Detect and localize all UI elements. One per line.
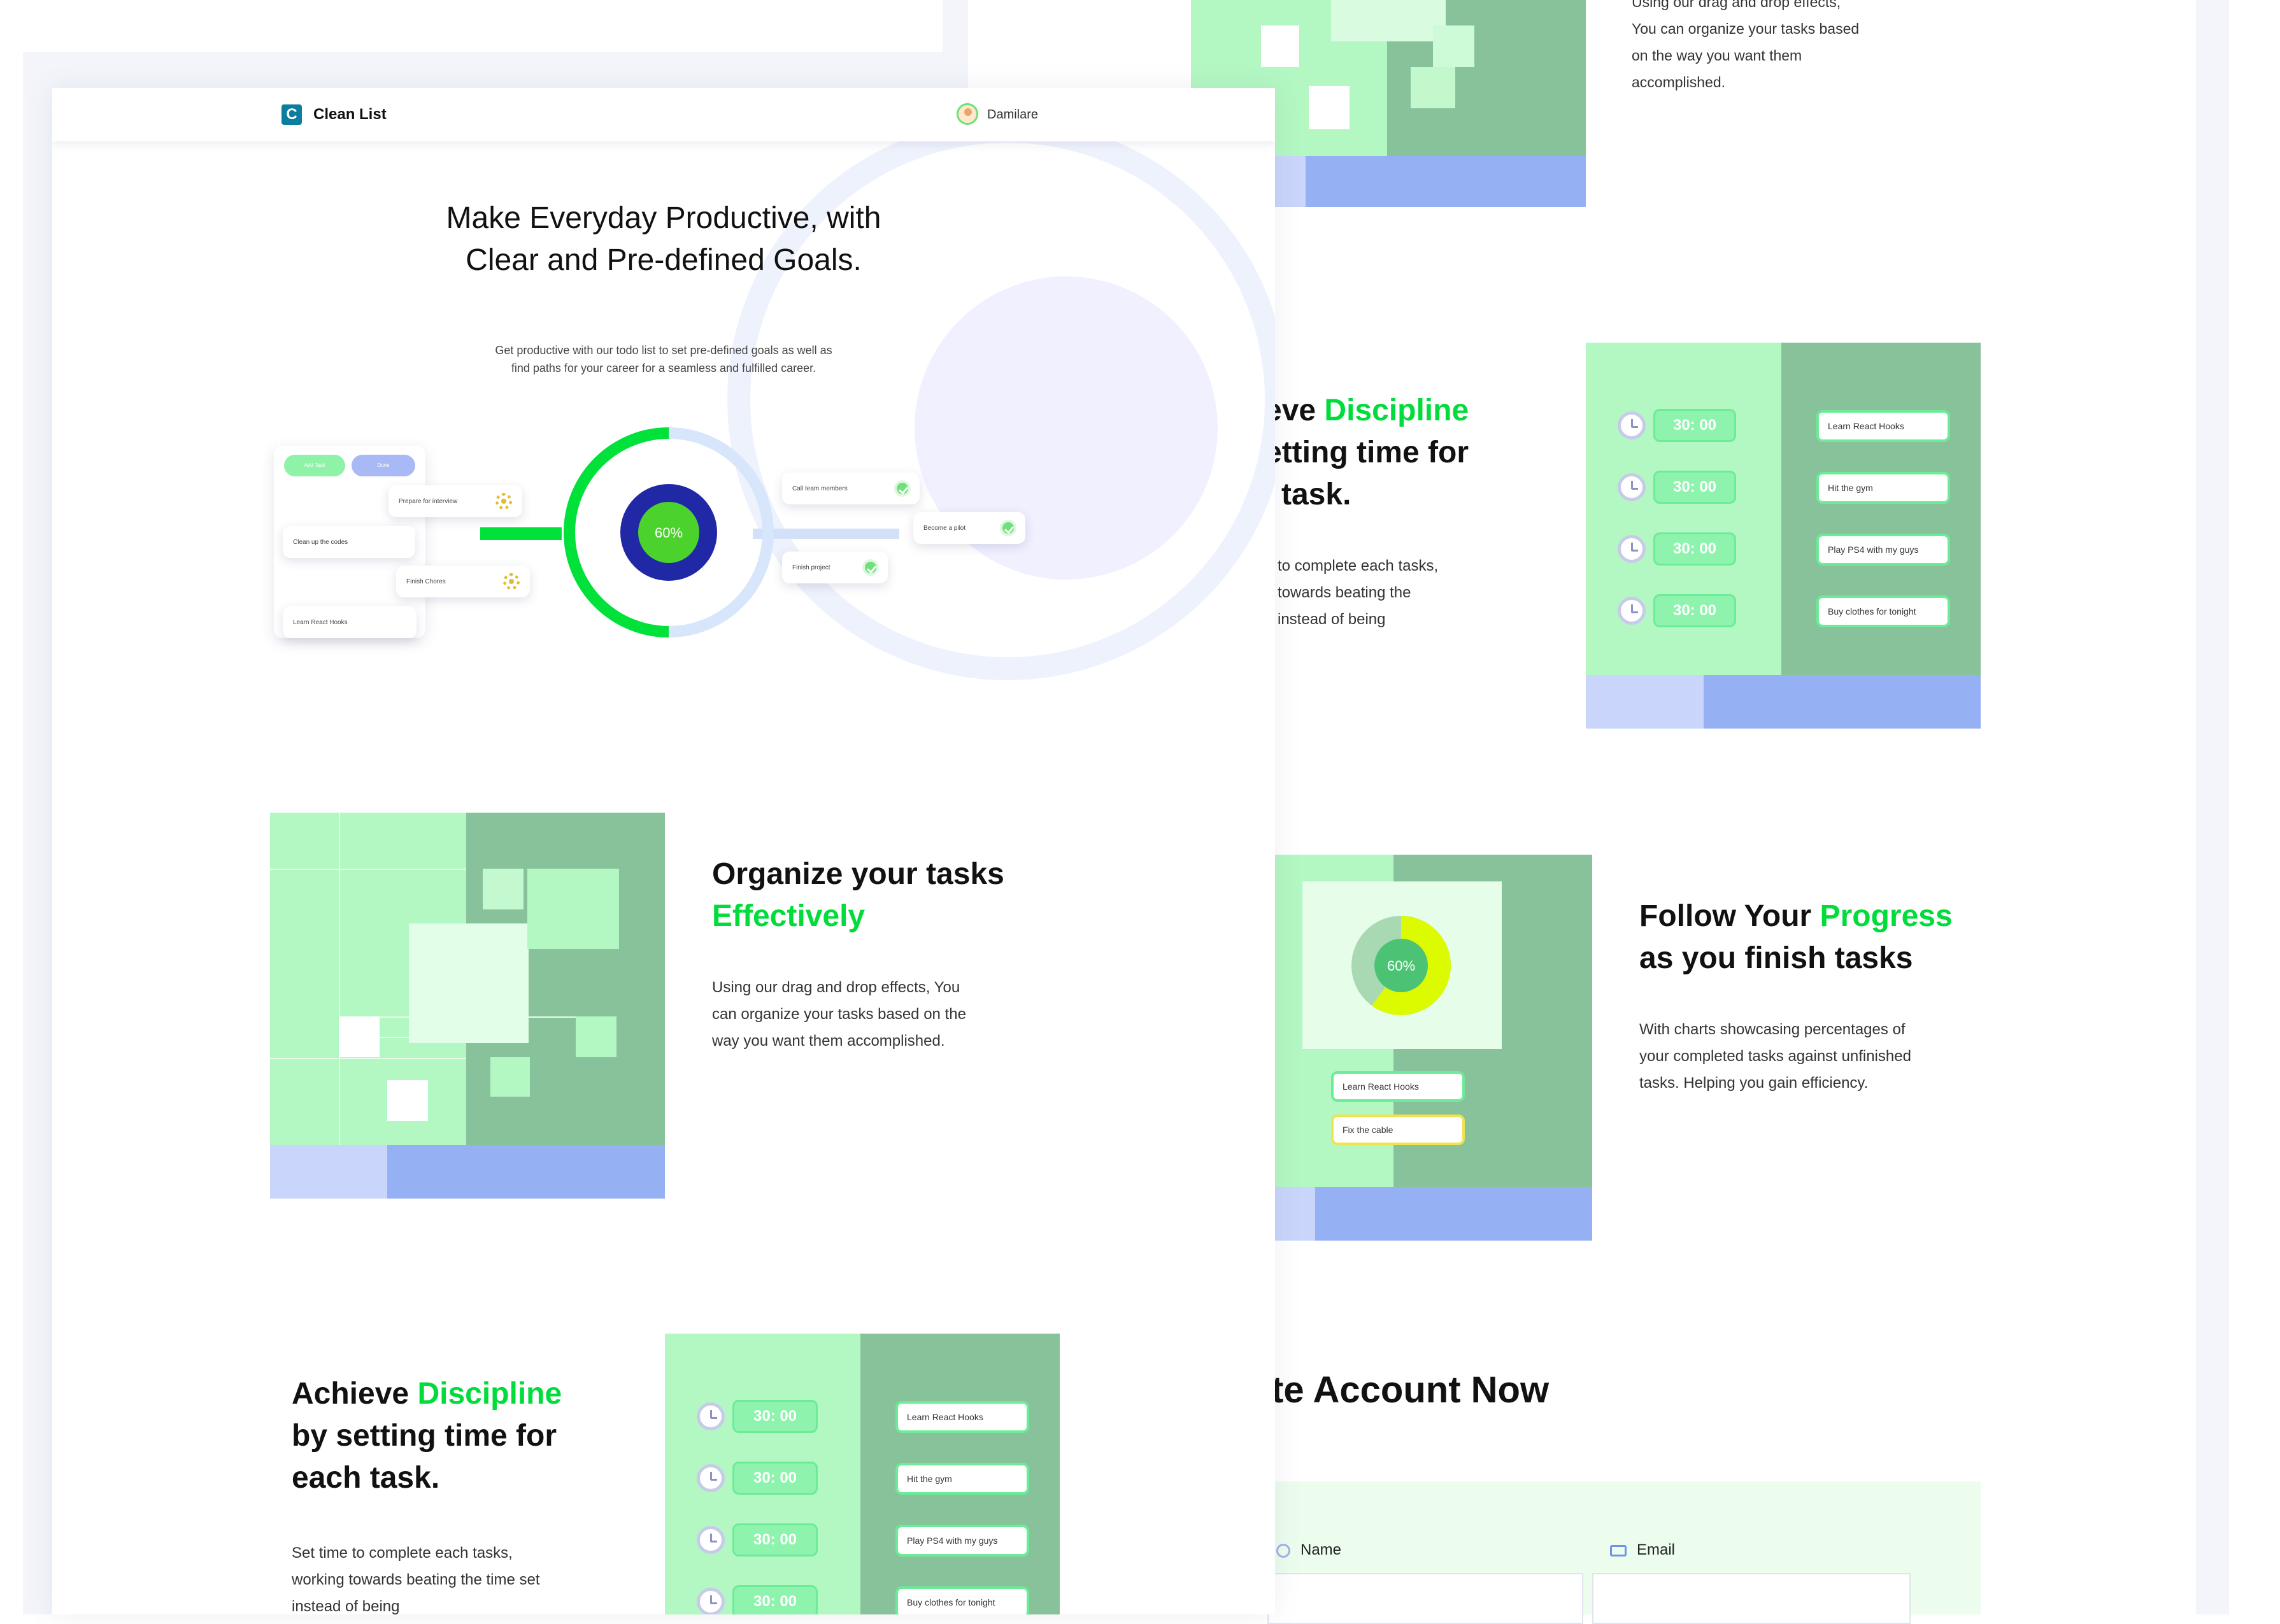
timer-badge: 30: 00 <box>732 1462 818 1495</box>
mail-icon <box>1610 1545 1627 1556</box>
back-discipline-panel: 30: 00 30: 00 30: 00 30: 00 Learn React … <box>1586 343 1981 729</box>
timer-badge: 30: 00 <box>1653 532 1736 566</box>
timer-badge: 30: 00 <box>1653 409 1736 442</box>
task-pill[interactable]: Call team members <box>782 473 920 504</box>
app-logo[interactable]: C <box>281 104 302 125</box>
connector-left <box>480 527 562 540</box>
hero-title: Make Everyday Productive, with Clear and… <box>446 201 881 277</box>
email-label: Email <box>1637 1541 1676 1558</box>
hero-progress-ring: 60% <box>564 427 774 637</box>
avatar[interactable] <box>957 103 978 125</box>
name-field[interactable] <box>1267 1573 1583 1624</box>
task-pill: Hit the gym <box>895 1463 1029 1495</box>
task-pill: Learn React Hooks <box>895 1401 1029 1433</box>
right-edge-strip <box>2196 0 2229 1614</box>
task-pill[interactable]: Prepare for interview <box>388 485 522 517</box>
gear-icon <box>495 493 512 509</box>
clock-icon <box>697 1402 725 1430</box>
hero-subtitle: Get productive with our todo list to set… <box>495 344 832 374</box>
check-icon <box>862 559 879 576</box>
task-pill: Learn React Hooks <box>1816 410 1950 442</box>
clock-icon <box>1618 473 1646 501</box>
back-progress-panel: 60% Learn React Hooks Fix the cable <box>1248 855 1592 1241</box>
discipline-body: Set time to complete each tasks, working… <box>292 1544 540 1614</box>
email-field[interactable] <box>1592 1573 1911 1624</box>
task-pill[interactable]: Finish Chores <box>396 566 530 597</box>
task-pill: Fix the cable <box>1331 1115 1465 1145</box>
timer-badge: 30: 00 <box>732 1400 818 1433</box>
task-pill[interactable]: Become a pilot <box>913 512 1025 544</box>
discipline-panel: 30: 00 30: 00 30: 00 30: 00 Learn React … <box>665 1334 1060 1614</box>
progress-pie-chart: 60% <box>1351 916 1451 1015</box>
check-icon <box>1000 520 1016 536</box>
progress-title: Follow Your Progress as you finish tasks <box>1639 899 1953 975</box>
add-task-button[interactable]: Add Task <box>284 455 345 476</box>
name-label: Name <box>1300 1541 1342 1558</box>
progress-pie-label: 60% <box>1387 958 1415 974</box>
timer-badge: 30: 00 <box>732 1585 818 1614</box>
task-pill: Buy clothes for tonight <box>895 1586 1029 1614</box>
clock-icon <box>697 1464 725 1492</box>
clock-icon <box>1618 597 1646 625</box>
task-pill[interactable]: Learn React Hooks <box>283 606 417 638</box>
task-pill: Play PS4 with my guys <box>1816 534 1950 566</box>
organize-title: Organize your tasks Effectively <box>712 857 1004 933</box>
discipline-title: Achieve Discipline by setting time for e… <box>292 1377 562 1495</box>
clock-icon <box>697 1588 725 1614</box>
front-page: C Clean List Damilare Make Everyday Prod… <box>52 88 1275 1614</box>
task-pill: Hit the gym <box>1816 472 1950 504</box>
gear-icon <box>503 573 520 590</box>
check-icon <box>894 480 911 497</box>
task-pill: Learn React Hooks <box>1331 1071 1465 1102</box>
task-pill: Play PS4 with my guys <box>895 1525 1029 1556</box>
timer-badge: 30: 00 <box>1653 594 1736 627</box>
user-name[interactable]: Damilare <box>987 108 1038 122</box>
app-name[interactable]: Clean List <box>313 106 387 124</box>
timer-badge: 30: 00 <box>732 1523 818 1556</box>
done-button[interactable]: Done <box>352 455 415 476</box>
timer-badge: 30: 00 <box>1653 471 1736 504</box>
task-pill[interactable]: Finish project <box>782 552 888 583</box>
signup-title: te Account Now <box>1271 1369 1550 1411</box>
task-pill[interactable]: Clean up the codes <box>283 526 415 558</box>
clock-icon <box>1618 535 1646 563</box>
hero-progress-label: 60% <box>655 525 683 541</box>
clock-icon <box>1618 411 1646 439</box>
back-discipline-body: to complete each tasks, towards beating … <box>1278 557 1439 628</box>
user-icon <box>1276 1544 1290 1558</box>
organize-body: Using our drag and drop effects, You can… <box>712 979 966 1050</box>
clock-icon <box>697 1526 725 1554</box>
organize-illustration <box>270 813 665 1199</box>
back-organize-body-top: Using our drag and drop effects, You can… <box>1632 0 1860 90</box>
top-nav <box>52 88 1275 141</box>
progress-body: With charts showcasing percentages of yo… <box>1639 1021 1911 1092</box>
task-pill: Buy clothes for tonight <box>1816 595 1950 627</box>
